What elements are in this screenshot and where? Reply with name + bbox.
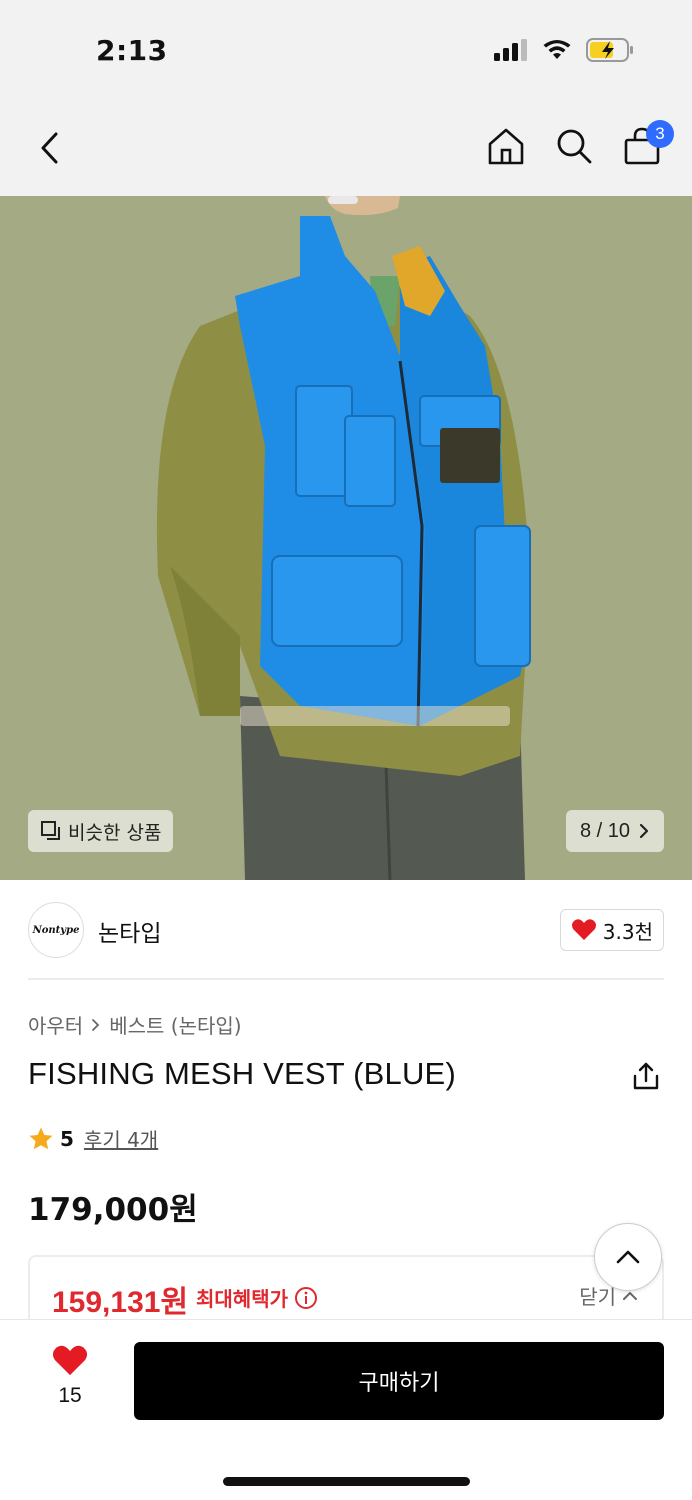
buy-button[interactable]: 구매하기	[134, 1342, 664, 1420]
brand-like-count: 3.3천	[602, 919, 653, 944]
share-icon[interactable]	[630, 1060, 662, 1092]
search-icon[interactable]	[554, 126, 594, 166]
back-icon[interactable]	[30, 128, 70, 168]
home-icon[interactable]	[486, 126, 526, 166]
breadcrumb-subcategory[interactable]: 베스트 (논타입)	[109, 1010, 241, 1039]
heart-icon	[571, 919, 596, 940]
product-price: 179,000원	[28, 1192, 198, 1228]
rating-value: 5	[60, 1126, 74, 1151]
wishlist-count: 15	[58, 1384, 82, 1407]
nav-actions: 3	[486, 120, 674, 166]
info-icon[interactable]	[294, 1286, 318, 1310]
rating-row: 5 후기 4개	[28, 1124, 158, 1153]
status-icons	[494, 38, 634, 62]
benefit-label-group: 최대혜택가	[196, 1283, 318, 1312]
nav-bar: 3	[0, 100, 692, 196]
chevron-up-icon	[623, 1291, 637, 1300]
wishlist-button[interactable]: 15	[40, 1344, 100, 1408]
breadcrumb-category[interactable]: 아우터	[28, 1010, 83, 1039]
image-pager[interactable]: 8 / 10	[565, 810, 664, 852]
brand-row[interactable]: Nontype 논타입 3.3천	[28, 880, 664, 980]
brand-logo[interactable]: Nontype	[28, 902, 84, 958]
brand-name[interactable]: 논타입	[98, 914, 161, 948]
status-bar: 2:13	[0, 0, 692, 100]
brand-like-button[interactable]: 3.3천	[559, 909, 664, 951]
chevron-right-icon	[92, 1018, 100, 1031]
battery-icon	[586, 38, 633, 62]
benefit-label: 최대혜택가	[196, 1287, 288, 1311]
star-icon	[29, 1127, 53, 1149]
image-pager-label: 8 / 10	[579, 819, 630, 842]
chevron-right-icon	[639, 823, 649, 839]
similar-products-label: 비슷한 상품	[68, 821, 162, 844]
similar-icon	[41, 821, 60, 840]
similar-products-button[interactable]: 비슷한 상품	[28, 810, 174, 852]
wifi-icon	[543, 40, 571, 59]
scroll-top-button[interactable]	[594, 1223, 662, 1291]
home-indicator[interactable]	[223, 1477, 470, 1486]
product-image[interactable]: 비슷한 상품 8 / 10	[0, 196, 692, 880]
product-photo	[0, 196, 692, 880]
cart-button[interactable]: 3	[622, 120, 674, 166]
cart-badge: 3	[646, 120, 674, 148]
signal-icon	[494, 39, 527, 61]
breadcrumb: 아우터 베스트 (논타입)	[28, 1010, 242, 1039]
benefit-price: 159,131원	[52, 1286, 189, 1319]
product-title: FISHING MESH VEST (BLUE)	[28, 1056, 456, 1091]
chevron-up-icon	[616, 1250, 640, 1264]
bottom-bar: 15 구매하기	[0, 1319, 692, 1500]
heart-icon	[52, 1345, 88, 1376]
status-time: 2:13	[96, 34, 168, 67]
review-link[interactable]: 후기 4개	[84, 1124, 158, 1153]
